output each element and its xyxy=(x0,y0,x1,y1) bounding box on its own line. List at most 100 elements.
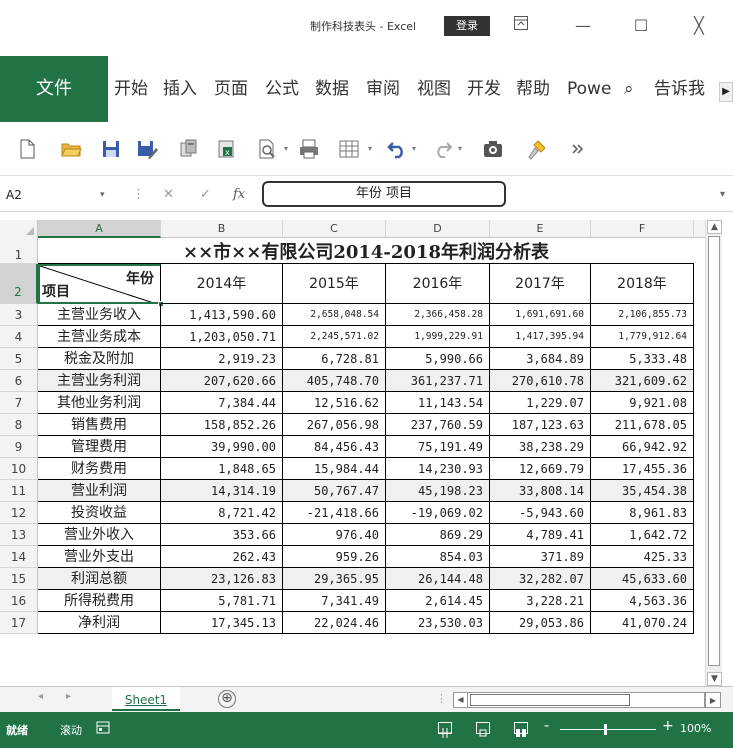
value-cell[interactable]: 11,143.54 xyxy=(386,392,490,414)
value-cell[interactable]: 50,767.47 xyxy=(283,480,386,502)
row-label-cell[interactable]: 管理费用 xyxy=(38,436,161,458)
tab-formulas[interactable]: 公式 xyxy=(265,74,299,104)
value-cell[interactable]: 1,779,912.64 xyxy=(591,326,694,348)
row-header[interactable]: 1 xyxy=(0,238,38,264)
table-title-cell[interactable]: ××市××有限公司2014-2018年利润分析表 xyxy=(38,238,694,264)
value-cell[interactable]: 2,366,458.28 xyxy=(386,304,490,326)
ribbon-display-icon[interactable] xyxy=(506,12,536,40)
copy-icon[interactable] xyxy=(176,136,202,162)
undo-dropdown-icon[interactable]: ▾ xyxy=(412,144,416,153)
value-cell[interactable]: 22,024.46 xyxy=(283,612,386,634)
row-header[interactable]: 9 xyxy=(0,436,38,458)
row-header[interactable]: 8 xyxy=(0,414,38,436)
value-cell[interactable]: 15,984.44 xyxy=(283,458,386,480)
add-sheet-icon[interactable]: ⊕ xyxy=(218,690,236,708)
value-cell[interactable]: 45,633.60 xyxy=(591,568,694,590)
value-cell[interactable]: 976.40 xyxy=(283,524,386,546)
zoom-slider[interactable] xyxy=(560,729,656,730)
row-header[interactable]: 13 xyxy=(0,524,38,546)
scroll-up-icon[interactable]: ▲ xyxy=(707,220,722,234)
row-label-cell[interactable]: 主营业务成本 xyxy=(38,326,161,348)
row-header[interactable]: 15 xyxy=(0,568,38,590)
value-cell[interactable]: 207,620.66 xyxy=(161,370,283,392)
value-cell[interactable]: 17,345.13 xyxy=(161,612,283,634)
print-preview-dropdown-icon[interactable]: ▾ xyxy=(284,144,288,153)
scroll-right-icon[interactable]: ▶ xyxy=(705,692,721,708)
row-label-cell[interactable]: 税金及附加 xyxy=(38,348,161,370)
year-header-2015[interactable]: 2015年 xyxy=(283,264,386,304)
tab-file[interactable]: 文件 xyxy=(0,56,108,122)
tab-home[interactable]: 开始 xyxy=(114,74,148,104)
horizontal-scrollbar[interactable]: ◀ ▶ xyxy=(453,692,721,708)
sheet-next-icon[interactable]: ▸ xyxy=(66,691,71,702)
value-cell[interactable]: 8,961.83 xyxy=(591,502,694,524)
value-cell[interactable]: 262.43 xyxy=(161,546,283,568)
enter-icon[interactable]: ✓ xyxy=(200,184,211,206)
value-cell[interactable]: 23,126.83 xyxy=(161,568,283,590)
minimize-button[interactable]: — xyxy=(568,12,598,40)
new-document-icon[interactable] xyxy=(14,136,40,162)
tab-power[interactable]: Powe xyxy=(567,74,613,104)
value-cell[interactable]: 14,230.93 xyxy=(386,458,490,480)
row-label-cell[interactable]: 净利润 xyxy=(38,612,161,634)
maximize-button[interactable]: ☐ xyxy=(626,12,656,40)
print-icon[interactable] xyxy=(296,136,322,162)
row-header[interactable]: 2 xyxy=(0,264,38,304)
year-header-2016[interactable]: 2016年 xyxy=(386,264,490,304)
column-header-b[interactable]: B xyxy=(161,220,283,238)
value-cell[interactable]: 29,053.86 xyxy=(490,612,591,634)
paste-special-icon[interactable]: x xyxy=(214,136,240,162)
value-cell[interactable]: 66,942.92 xyxy=(591,436,694,458)
value-cell[interactable]: 187,123.63 xyxy=(490,414,591,436)
value-cell[interactable]: 2,658,048.54 xyxy=(283,304,386,326)
zoom-out-button[interactable]: - xyxy=(544,718,549,734)
select-all-corner[interactable] xyxy=(0,220,38,238)
row-header[interactable]: 10 xyxy=(0,458,38,480)
cancel-icon[interactable]: ✕ xyxy=(163,184,174,206)
value-cell[interactable]: 3,684.89 xyxy=(490,348,591,370)
value-cell[interactable]: 353.66 xyxy=(161,524,283,546)
save-as-icon[interactable] xyxy=(134,136,160,162)
row-label-cell[interactable]: 营业利润 xyxy=(38,480,161,502)
value-cell[interactable]: 32,282.07 xyxy=(490,568,591,590)
value-cell[interactable]: 361,237.71 xyxy=(386,370,490,392)
row-header[interactable]: 7 xyxy=(0,392,38,414)
undo-icon[interactable] xyxy=(384,136,410,162)
tab-help[interactable]: 帮助 xyxy=(516,74,550,104)
value-cell[interactable]: 1,642.72 xyxy=(591,524,694,546)
row-header[interactable]: 11 xyxy=(0,480,38,502)
value-cell[interactable]: 1,848.65 xyxy=(161,458,283,480)
format-painter-icon[interactable] xyxy=(524,136,550,162)
value-cell[interactable]: 1,203,050.71 xyxy=(161,326,283,348)
value-cell[interactable]: 158,852.26 xyxy=(161,414,283,436)
row-label-cell[interactable]: 其他业务利润 xyxy=(38,392,161,414)
insert-function-icon[interactable]: fx xyxy=(233,184,245,206)
value-cell[interactable]: 23,530.03 xyxy=(386,612,490,634)
row-label-cell[interactable]: 财务费用 xyxy=(38,458,161,480)
split-handle-icon[interactable]: ⋮ xyxy=(436,692,447,705)
tab-review[interactable]: 审阅 xyxy=(366,74,400,104)
tab-view[interactable]: 视图 xyxy=(417,74,451,104)
value-cell[interactable]: 5,781.71 xyxy=(161,590,283,612)
tab-data[interactable]: 数据 xyxy=(315,74,349,104)
table-icon[interactable] xyxy=(336,136,362,162)
scroll-left-icon[interactable]: ◀ xyxy=(454,693,468,707)
value-cell[interactable]: 75,191.49 xyxy=(386,436,490,458)
value-cell[interactable]: 321,609.62 xyxy=(591,370,694,392)
row-header[interactable]: 4 xyxy=(0,326,38,348)
scroll-down-icon[interactable]: ▼ xyxy=(707,672,722,686)
more-icon[interactable] xyxy=(564,136,590,162)
tab-insert[interactable]: 插入 xyxy=(163,74,197,104)
year-header-2017[interactable]: 2017年 xyxy=(490,264,591,304)
value-cell[interactable]: 5,333.48 xyxy=(591,348,694,370)
ribbon-scroll-right-icon[interactable]: ▶ xyxy=(719,82,733,102)
row-header[interactable]: 5 xyxy=(0,348,38,370)
value-cell[interactable]: 41,070.24 xyxy=(591,612,694,634)
zoom-level[interactable]: 100% xyxy=(680,722,711,735)
row-label-cell[interactable]: 投资收益 xyxy=(38,502,161,524)
row-header[interactable]: 3 xyxy=(0,304,38,326)
tab-developer[interactable]: 开发 xyxy=(467,74,501,104)
year-header-2018[interactable]: 2018年 xyxy=(591,264,694,304)
close-button[interactable]: ╳ xyxy=(684,12,714,40)
vertical-scroll-thumb[interactable] xyxy=(708,236,720,666)
